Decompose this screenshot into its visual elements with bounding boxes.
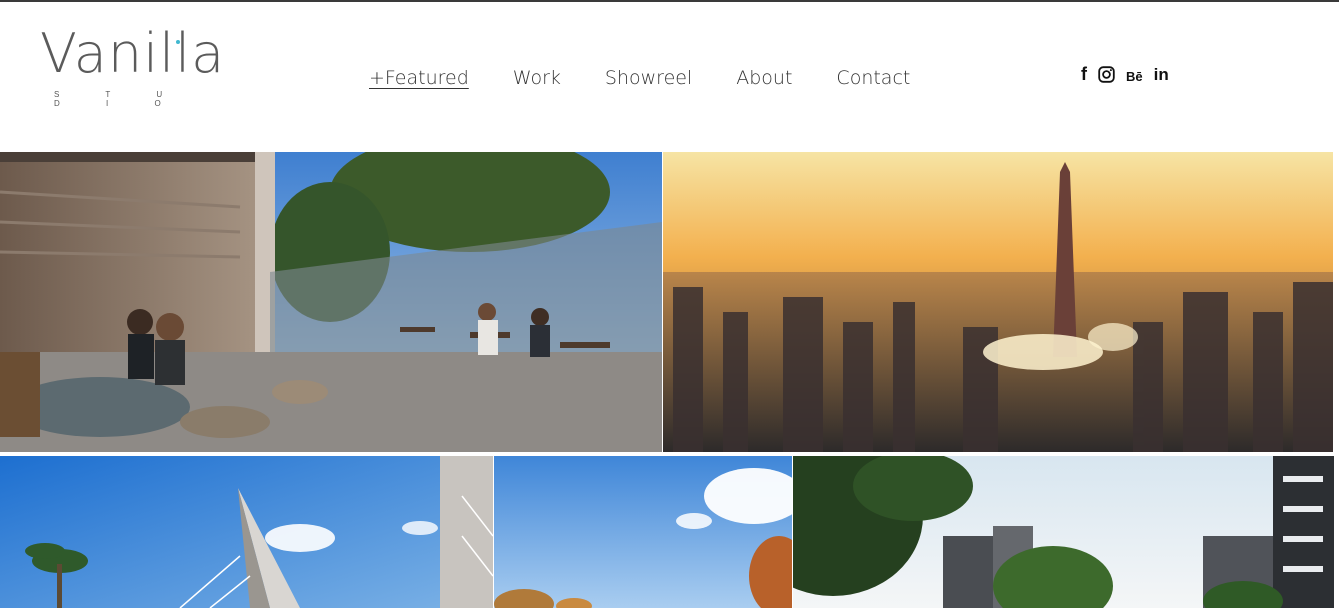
gallery-tile-city-sunset[interactable]: [663, 152, 1333, 452]
nav-featured[interactable]: +Featured: [369, 64, 469, 94]
top-border: [0, 0, 1339, 2]
nav-about[interactable]: About: [736, 64, 792, 94]
linkedin-icon[interactable]: in: [1154, 65, 1169, 85]
nav-contact[interactable]: Contact: [836, 64, 910, 94]
nav-showreel[interactable]: Showreel: [605, 64, 692, 94]
gallery-tile-bridge[interactable]: [0, 456, 493, 608]
gallery-tile-cafe-terrace[interactable]: [0, 152, 662, 452]
main-navigation: +Featured Work Showreel About Contact: [369, 64, 954, 94]
gallery-tile-autumn-sky[interactable]: [494, 456, 792, 608]
gallery-tile-residential[interactable]: [793, 456, 1334, 608]
logo-accent-dot: [176, 40, 180, 44]
brand-name: Vanilla: [40, 22, 226, 85]
nav-work[interactable]: Work: [513, 64, 561, 94]
behance-icon[interactable]: Bē: [1126, 69, 1143, 84]
brand-logo[interactable]: Vanilla S T U D I O: [40, 18, 224, 108]
instagram-icon[interactable]: [1098, 66, 1115, 83]
social-links: f Bē in: [1081, 64, 1169, 85]
facebook-icon[interactable]: f: [1081, 64, 1087, 85]
brand-tagline: S T U D I O: [54, 90, 185, 108]
